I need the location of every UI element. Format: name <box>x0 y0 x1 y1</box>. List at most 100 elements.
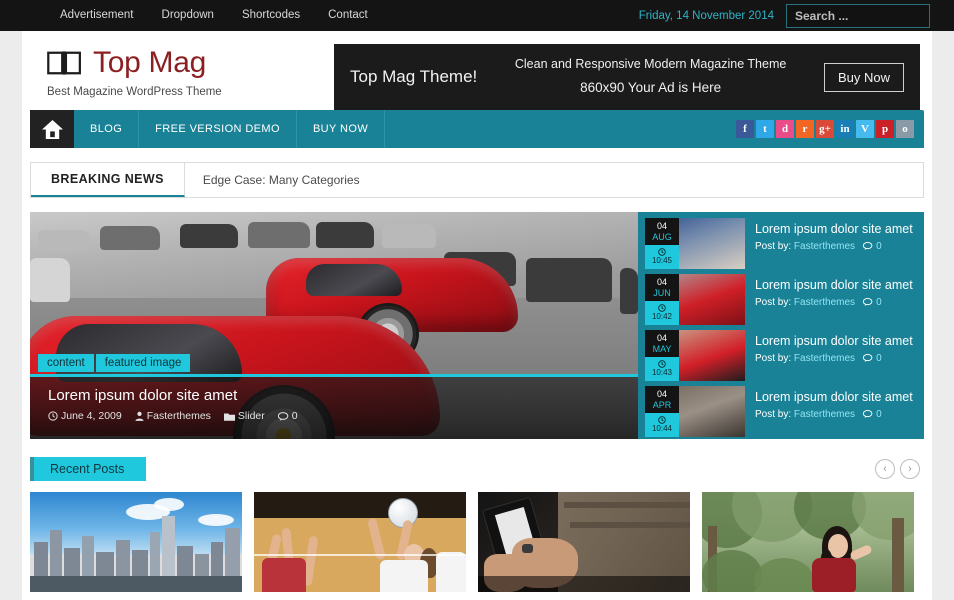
date-badge: 04 MAY 10:43 <box>645 330 679 381</box>
slider-meta: June 4, 2009 Fasterthemes Slider 0 <box>40 404 628 422</box>
vimeo-icon[interactable]: V <box>856 120 874 138</box>
badge-time-text: 10:45 <box>651 255 673 265</box>
recent-posts-title: Recent Posts <box>30 457 147 481</box>
post-text: Lorem ipsum dolor site amet Post by: Fas… <box>745 218 913 269</box>
topnav-item-dropdown[interactable]: Dropdown <box>148 0 228 31</box>
dribbble-icon[interactable]: d <box>776 120 794 138</box>
slider-category-featured-image[interactable]: featured image <box>95 354 191 372</box>
post-author[interactable]: Fasterthemes <box>794 241 855 252</box>
postby-label: Post by: <box>755 240 792 252</box>
instagram-icon[interactable]: o <box>896 120 914 138</box>
recent-post-card-volleyball[interactable] <box>254 492 466 592</box>
slider-category-content[interactable]: content <box>38 354 94 372</box>
badge-time: 10:43 <box>645 357 679 381</box>
featured-slider-section: content featured image Lorem ipsum dolor… <box>30 212 924 439</box>
topnav-item-shortcodes[interactable]: Shortcodes <box>228 0 314 31</box>
ad-text: Clean and Responsive Modern Magazine The… <box>477 54 824 100</box>
date-badge: 04 AUG 10:45 <box>645 218 679 269</box>
post-author[interactable]: Fasterthemes <box>794 297 855 308</box>
nav-item-blog[interactable]: BLOG <box>74 110 140 148</box>
recent-post-card-woman-in-red[interactable] <box>702 492 914 592</box>
topnav-item-contact[interactable]: Contact <box>314 0 382 31</box>
featured-post-list: 04 AUG 10:45 Lorem ipsum dolor site amet… <box>638 212 924 439</box>
top-bar: Advertisement Dropdown Shortcodes Contac… <box>0 0 954 31</box>
post-title[interactable]: Lorem ipsum dolor site amet <box>755 221 913 238</box>
topnav-item-advertisement[interactable]: Advertisement <box>46 0 148 31</box>
post-meta: Post by: Fasterthemes 0 <box>755 241 913 252</box>
post-thumbnail: 04 AUG 10:45 <box>645 218 745 269</box>
recent-posts-carousel <box>30 492 924 592</box>
post-title[interactable]: Lorem ipsum dolor site amet <box>755 333 913 350</box>
badge-time-text: 10:43 <box>651 367 673 377</box>
slider-meta-category: Slider <box>223 410 265 422</box>
user-icon <box>135 411 144 421</box>
post-text: Lorem ipsum dolor site amet Post by: Fas… <box>745 386 913 437</box>
carousel-prev-button[interactable]: ‹ <box>875 459 895 479</box>
search-input[interactable] <box>795 8 954 23</box>
badge-day: 04 <box>656 221 667 231</box>
slider-comment-count: 0 <box>291 410 298 422</box>
featured-slider[interactable]: content featured image Lorem ipsum dolor… <box>30 212 638 439</box>
post-title[interactable]: Lorem ipsum dolor site amet <box>755 277 913 294</box>
recent-post-card-hands-phone[interactable] <box>478 492 690 592</box>
list-item[interactable]: 04 APR 10:44 Lorem ipsum dolor site amet… <box>645 386 917 437</box>
linkedin-icon[interactable]: in <box>836 120 854 138</box>
home-button[interactable] <box>30 110 74 148</box>
badge-time: 10:45 <box>645 245 679 269</box>
page-root: Advertisement Dropdown Shortcodes Contac… <box>0 0 954 600</box>
date-badge: 04 APR 10:44 <box>645 386 679 437</box>
nav-item-buy-now[interactable]: BUY NOW <box>297 110 386 148</box>
recent-post-card-city-skyline[interactable] <box>30 492 242 592</box>
current-date: Friday, 14 November 2014 <box>638 9 774 22</box>
clock-icon <box>658 359 666 368</box>
postby-label: Post by: <box>755 408 792 420</box>
facebook-icon[interactable]: f <box>736 120 754 138</box>
post-author[interactable]: Fasterthemes <box>794 353 855 364</box>
comment-icon <box>863 298 873 307</box>
list-item[interactable]: 04 AUG 10:45 Lorem ipsum dolor site amet… <box>645 218 917 269</box>
list-item[interactable]: 04 JUN 10:42 Lorem ipsum dolor site amet… <box>645 274 917 325</box>
brand-row: Top Mag <box>46 48 222 78</box>
slider-meta-comments: 0 <box>277 410 298 422</box>
post-thumbnail: 04 APR 10:44 <box>645 386 745 437</box>
site-title: Top Mag <box>93 46 206 79</box>
city-skyline-photo <box>30 492 242 592</box>
postby-label: Post by: <box>755 352 792 364</box>
post-text: Lorem ipsum dolor site amet Post by: Fas… <box>745 330 913 381</box>
twitter-icon[interactable]: t <box>756 120 774 138</box>
post-comment-count: 0 <box>876 408 882 420</box>
breaking-news-label: BREAKING NEWS <box>31 163 185 197</box>
slider-caption: content featured image Lorem ipsum dolor… <box>30 354 638 439</box>
clock-icon <box>48 411 58 421</box>
post-thumbnail: 04 JUN 10:42 <box>645 274 745 325</box>
google-plus-icon[interactable]: g+ <box>816 120 834 138</box>
pinterest-icon[interactable]: p <box>876 120 894 138</box>
comment-icon <box>277 411 289 421</box>
nav-item-free-version-demo[interactable]: FREE VERSION DEMO <box>139 110 297 148</box>
rss-icon[interactable]: r <box>796 120 814 138</box>
slider-category-tags: content featured image <box>38 354 191 372</box>
folder-icon <box>223 412 235 421</box>
list-item[interactable]: 04 MAY 10:43 Lorem ipsum dolor site amet… <box>645 330 917 381</box>
post-author[interactable]: Fasterthemes <box>794 409 855 420</box>
brand[interactable]: Top Mag Best Magazine WordPress Theme <box>46 44 222 99</box>
slider-meta-author: Fasterthemes <box>135 410 211 422</box>
ad-line-2: 860x90 Your Ad is Here <box>580 80 722 96</box>
badge-time-text: 10:44 <box>651 423 673 433</box>
clock-icon <box>658 303 666 312</box>
breaking-news-item[interactable]: Edge Case: Many Categories <box>185 163 378 197</box>
recent-posts-header: Recent Posts ‹ › <box>30 456 924 482</box>
clock-icon <box>658 415 666 424</box>
comment-icon <box>863 410 873 419</box>
slider-category-text: Slider <box>237 410 265 422</box>
advertisement-banner[interactable]: Top Mag Theme! Clean and Responsive Mode… <box>334 44 920 110</box>
postby-label: Post by: <box>755 296 792 308</box>
buy-now-button[interactable]: Buy Now <box>823 62 904 92</box>
slider-title[interactable]: Lorem ipsum dolor site amet <box>40 377 628 404</box>
carousel-next-button[interactable]: › <box>900 459 920 479</box>
post-title[interactable]: Lorem ipsum dolor site amet <box>755 389 913 406</box>
badge-time: 10:42 <box>645 301 679 325</box>
search-box[interactable] <box>786 3 954 28</box>
badge-month: AUG <box>652 232 672 242</box>
site-header: Top Mag Best Magazine WordPress Theme To… <box>22 31 932 110</box>
